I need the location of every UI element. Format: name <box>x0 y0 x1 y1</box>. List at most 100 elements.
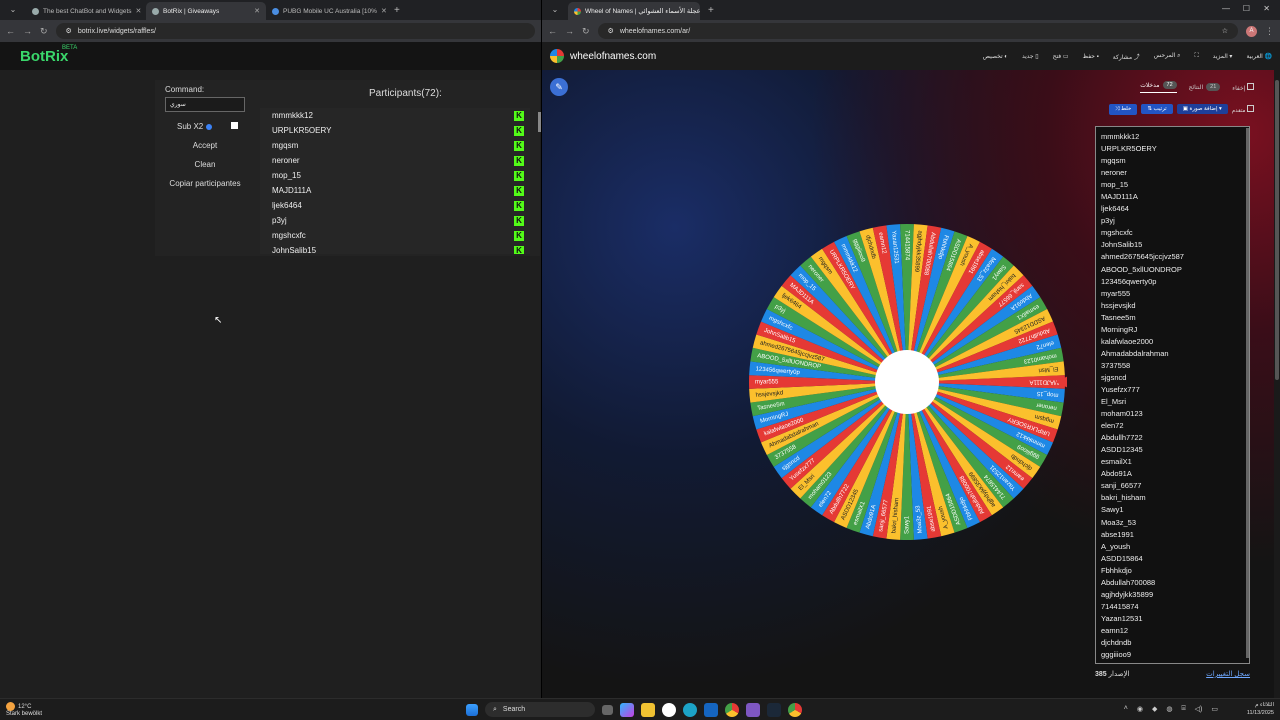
minimize-icon[interactable]: — <box>1222 4 1230 13</box>
site-info-icon[interactable]: ⚙ <box>608 27 614 35</box>
copy-participants-button[interactable]: Copiar participantes <box>155 179 255 188</box>
close-tab-icon[interactable]: ✕ <box>254 7 260 15</box>
tray-app-icon[interactable]: ◍ <box>1166 705 1172 713</box>
menu-open[interactable]: ▭ فتح <box>1053 53 1069 60</box>
kick-badge-icon: K <box>514 216 524 226</box>
kick-badge-icon: K <box>514 171 524 181</box>
tab-strip: ⌄ Wheel of Names | عجلة الأسماء العشوائي… <box>542 0 1280 20</box>
clean-button[interactable]: Clean <box>165 160 245 169</box>
chrome-icon[interactable] <box>788 702 802 717</box>
hide-checkbox[interactable] <box>1247 82 1254 90</box>
forward-icon[interactable]: → <box>565 26 574 36</box>
menu-customize[interactable]: ◐ تخصيص <box>983 53 1008 60</box>
participant-name: URPLKR5OERY <box>272 126 332 135</box>
entry-line: Ahmadabdalrahman <box>1101 348 1169 358</box>
site-menu: 🌐 العربية ▾ المزيد ⛶ ⌕ المرحس ⤴ مشاركة ▪… <box>983 42 1272 70</box>
tab-chatbot[interactable]: The best ChatBot and Widgets ✕ <box>26 2 146 20</box>
network-icon[interactable]: ⌸ <box>1181 705 1185 713</box>
sort-button[interactable]: ترتيب ⇅ <box>1141 104 1173 114</box>
taskbar-search[interactable]: ⌕ Search <box>485 702 595 717</box>
new-tab-icon[interactable]: + <box>394 5 400 16</box>
fullscreen-icon[interactable]: ⛶ <box>1194 53 1198 60</box>
menu-save[interactable]: ▪ حفظ <box>1083 53 1099 60</box>
mail-icon[interactable] <box>704 702 718 717</box>
close-tab-icon[interactable]: ✕ <box>136 7 142 15</box>
accept-button[interactable]: Accept <box>165 141 245 150</box>
shuffle-button[interactable]: خلط ⤨ <box>1109 103 1138 115</box>
menu-more[interactable]: ▾ المزيد <box>1213 53 1233 60</box>
wheel-site-header: wheelofnames.com 🌐 العربية ▾ المزيد ⛶ ⌕ … <box>542 42 1280 70</box>
browser-menu-icon[interactable]: ⋮ <box>1265 26 1274 37</box>
task-view-icon[interactable] <box>602 704 613 715</box>
menu-share[interactable]: ⤴ مشاركة <box>1113 52 1140 61</box>
back-icon[interactable]: ← <box>6 26 15 36</box>
tray-app-icon[interactable]: ◆ <box>1152 705 1157 713</box>
entries-textarea[interactable]: mmmkkk12 URPLKR5OERY mgqsm neroner mop_15 MAJ… <box>1095 126 1250 664</box>
edit-pencil-icon[interactable]: ✎ <box>550 78 568 96</box>
command-input[interactable]: سوري <box>165 97 245 112</box>
add-image-button[interactable]: ▾ إضافة صورة ▣ <box>1176 104 1228 114</box>
tab-search-icon[interactable]: ⌄ <box>548 3 562 17</box>
close-tab-icon[interactable]: ✕ <box>381 7 386 15</box>
tab-pubg[interactable]: PUBG Mobile UC Australia [10% ✕ <box>266 2 386 20</box>
battery-icon[interactable]: ▭ <box>1211 705 1218 713</box>
reload-icon[interactable]: ↻ <box>40 26 48 37</box>
file-explorer-icon[interactable] <box>641 702 655 717</box>
entry-line: sjgsncd <box>1101 372 1127 382</box>
tab-entries[interactable]: 72 مدخلات <box>1140 81 1177 93</box>
clock[interactable]: الثلاثاء م 11/13/2025 <box>1247 701 1274 717</box>
weather-widget[interactable]: 12°C Stark bewölkt <box>6 702 42 718</box>
menu-search[interactable]: ⌕ المرحس <box>1154 52 1181 60</box>
reload-icon[interactable]: ↻ <box>582 26 590 37</box>
menu-language[interactable]: 🌐 العربية <box>1246 53 1272 60</box>
participant-row: MAJD111A K <box>260 183 530 198</box>
kick-badge-icon: K <box>514 111 524 121</box>
url-field[interactable]: ⚙ botrix.live/widgets/raffles/ <box>55 23 535 39</box>
entry-line: abse1991 <box>1101 529 1134 539</box>
tab-search-icon[interactable]: ⌄ <box>6 3 20 17</box>
tab-giveaways[interactable]: BotRix | Giveaways ✕ <box>146 2 266 20</box>
tab-wheel-of-names[interactable]: Wheel of Names | عجلة الأسماء العشوائي✕ <box>568 2 700 20</box>
copilot-icon[interactable] <box>620 702 634 717</box>
steam-icon[interactable] <box>767 702 781 717</box>
participants-list[interactable]: mmmkkk12 K URPLKR5OERY Kmgqsm Kneroner Kmop_1… <box>260 108 530 254</box>
edge-icon[interactable] <box>683 702 697 717</box>
close-window-icon[interactable]: ✕ <box>1263 4 1270 13</box>
entry-line: kalafwlaoe2000 <box>1101 336 1154 346</box>
profile-avatar[interactable]: A <box>1246 25 1257 37</box>
page-scrollbar[interactable] <box>1274 70 1280 698</box>
tray-app-icon[interactable]: ◉ <box>1137 705 1143 713</box>
app-icon[interactable] <box>662 702 676 717</box>
app-icon[interactable] <box>746 702 760 717</box>
participant-name: ljek6464 <box>272 201 302 210</box>
url-field[interactable]: ⚙ wheelofnames.com/ar/☆ <box>597 23 1238 39</box>
maximize-icon[interactable]: ☐ <box>1243 4 1250 13</box>
forward-icon[interactable]: → <box>23 26 32 36</box>
entry-line: Abdullh7722 <box>1101 433 1143 443</box>
site-name[interactable]: wheelofnames.com <box>570 51 656 62</box>
favicon-icon <box>32 7 39 15</box>
bookmark-star-icon[interactable]: ☆ <box>1222 27 1228 35</box>
tab-results[interactable]: 21 النتائج <box>1189 83 1221 91</box>
menu-new[interactable]: ▯ جديد <box>1022 53 1039 60</box>
chevron-up-icon[interactable]: ˄ <box>1124 705 1128 713</box>
advanced-toggle[interactable]: متقدم <box>1232 104 1254 114</box>
windows-start-icon[interactable] <box>466 703 478 716</box>
entries-scrollbar[interactable] <box>1246 128 1249 658</box>
changelog-link[interactable]: سجل التغييرات <box>1206 670 1250 678</box>
sub-x2-checkbox[interactable] <box>231 122 238 129</box>
volume-icon[interactable]: ◁) <box>1195 705 1203 713</box>
info-icon[interactable] <box>206 123 213 130</box>
entry-line: ABOOD_5xllUONDROP <box>1101 264 1182 274</box>
chrome-icon[interactable] <box>725 702 739 717</box>
advanced-checkbox[interactable] <box>1247 104 1254 112</box>
entry-line: mgshcxfc <box>1101 228 1133 238</box>
wheel-center[interactable] <box>875 350 939 414</box>
new-tab-icon[interactable]: + <box>708 5 714 16</box>
back-icon[interactable]: ← <box>548 26 557 36</box>
participants-scrollbar[interactable] <box>538 112 541 132</box>
hide-toggle[interactable]: إخفاء <box>1232 82 1254 92</box>
site-info-icon[interactable]: ⚙ <box>66 27 72 35</box>
spin-wheel[interactable]: MAJD111Amop_15neronermgqsmURPLKR5OERYmmm… <box>747 222 1067 542</box>
scroll-thumb[interactable] <box>1275 80 1279 380</box>
